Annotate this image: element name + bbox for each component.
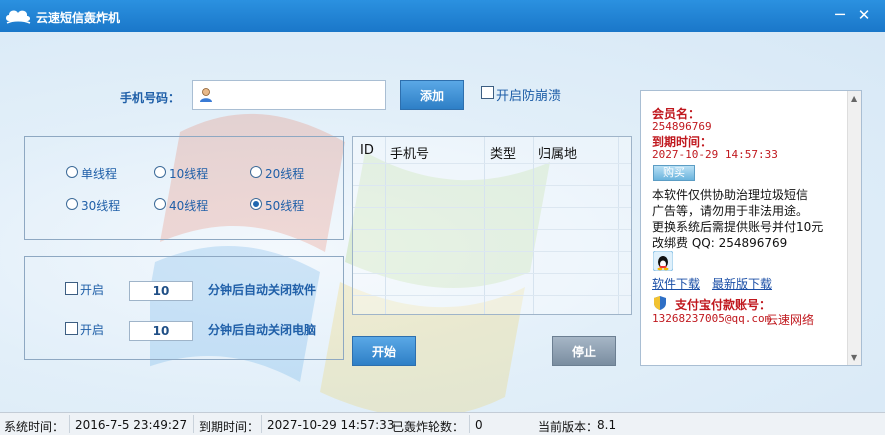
radio-label-thread-30: 30线程 [81,199,121,213]
shield-icon [654,296,666,310]
auto-close-software-text: 分钟后自动关闭软件 [208,283,317,297]
status-bar: 系统时间： 2016-7-5 23:49:27 到期时间： 2027-10-29… [0,412,885,435]
side-panel-scrollbar[interactable]: ▲ ▼ [847,91,861,365]
phone-label: 手机号码： [120,91,181,105]
radio-label-thread-40: 40线程 [169,199,209,213]
alipay-value: 13268237005@qq.com [652,312,772,325]
status-separator [69,415,70,433]
auto-close-software-enable-label: 开启 [80,283,105,297]
column-header-phone[interactable]: 手机号 [390,143,429,162]
brand-name: 云速网络 [766,313,815,327]
radio-thread-30[interactable] [66,198,78,210]
radio-label-thread-10: 10线程 [169,167,209,181]
phone-list-table[interactable]: ID 手机号 类型 归属地 [352,136,632,315]
auto-close-software-minutes[interactable]: 10 [129,281,193,301]
window-title: 云速短信轰炸机 [36,11,121,25]
cloud-icon [6,10,31,24]
row-divider [353,295,631,296]
member-value: 254896769 [652,120,712,133]
anti-crash-checkbox[interactable] [481,86,494,99]
anti-crash-label: 开启防崩溃 [496,89,562,104]
radio-label-thread-20: 20线程 [265,167,305,181]
column-header-id[interactable]: ID [360,143,374,158]
version-label: 当前版本： [538,420,599,434]
notice-line-1: 本软件仅供协助治理垃圾短信 [652,188,809,202]
expiry-value: 2027-10-29 14:57:33 [652,148,778,161]
start-button[interactable]: 开始 [352,336,416,366]
minimize-button[interactable]: ─ [828,4,852,26]
app-window: 云速短信轰炸机 ─ ✕ 手机号码： 添加 开启防崩溃 单线程 10线程 20线程… [0,0,885,435]
system-time-value: 2016-7-5 23:49:27 [75,418,188,432]
radio-thread-1[interactable] [66,166,78,178]
phone-input[interactable] [217,85,381,105]
column-header-location[interactable]: 归属地 [538,143,577,162]
status-separator [193,415,194,433]
thread-options-group: 单线程 10线程 20线程 30线程 40线程 50线程 [24,136,344,240]
auto-close-computer-text: 分钟后自动关闭电脑 [208,323,317,337]
radio-label-thread-1: 单线程 [81,167,118,181]
status-expiry-label: 到期时间： [199,420,260,434]
buy-button[interactable]: 购买 [653,165,695,181]
qq-penguin-icon[interactable] [653,251,673,271]
software-download-link[interactable]: 软件下载 [652,275,700,292]
radio-thread-40[interactable] [154,198,166,210]
auto-close-group: 开启 10 分钟后自动关闭软件 开启 10 分钟后自动关闭电脑 [24,256,344,360]
rounds-value: 0 [475,418,483,432]
stop-button[interactable]: 停止 [552,336,616,366]
alipay-label: 支付宝付款账号： [675,298,772,312]
notice-line-4: 改绑费 QQ: 254896769 [652,236,788,250]
member-info-panel: 会员名： 254896769 到期时间： 2027-10-29 14:57:33… [640,90,862,366]
rounds-label: 已轰炸轮数： [392,420,465,434]
notice-line-3: 更换系统后需提供账号并付10元 [652,220,824,234]
row-divider [353,185,631,186]
auto-close-computer-checkbox[interactable] [65,322,78,335]
auto-close-computer-enable-label: 开启 [80,323,105,337]
version-value: 8.1 [597,418,617,432]
title-bar[interactable]: 云速短信轰炸机 ─ ✕ [0,0,885,32]
auto-close-computer-minutes[interactable]: 10 [129,321,193,341]
scroll-down-icon[interactable]: ▼ [851,353,857,362]
latest-version-download-link[interactable]: 最新版下载 [712,275,772,292]
radio-thread-10[interactable] [154,166,166,178]
row-divider [353,251,631,252]
radio-thread-50[interactable] [250,198,262,210]
column-header-type[interactable]: 类型 [490,143,516,162]
close-button[interactable]: ✕ [852,4,876,26]
status-separator [469,415,470,433]
add-button[interactable]: 添加 [400,80,464,110]
user-icon [200,88,212,102]
system-time-label: 系统时间： [4,420,65,434]
phone-input-field[interactable] [192,80,386,110]
radio-label-thread-50: 50线程 [265,199,305,213]
row-divider [353,229,631,230]
notice-line-2: 广告等，请勿用于非法用途。 [652,204,809,218]
status-expiry-value: 2027-10-29 14:57:33 [267,418,395,432]
row-divider [353,207,631,208]
status-separator [261,415,262,433]
row-divider [353,273,631,274]
row-divider [353,163,631,164]
auto-close-software-checkbox[interactable] [65,282,78,295]
scroll-up-icon[interactable]: ▲ [851,94,857,103]
radio-thread-20[interactable] [250,166,262,178]
